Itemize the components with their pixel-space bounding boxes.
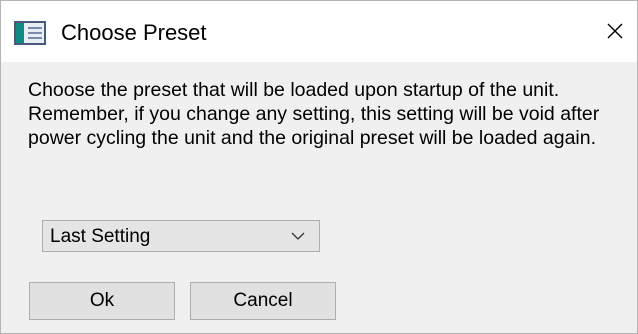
chevron-down-icon [291, 232, 305, 240]
window-title: Choose Preset [61, 20, 207, 45]
title-bar[interactable]: Choose Preset [1, 1, 637, 62]
choose-preset-dialog: Choose Preset Choose the preset that wil… [0, 0, 638, 334]
preset-dropdown[interactable]: Last Setting [42, 220, 320, 252]
instruction-text: Choose the preset that will be loaded up… [28, 79, 600, 149]
close-icon [607, 23, 623, 39]
cancel-button[interactable]: Cancel [190, 282, 336, 320]
preset-dropdown-value: Last Setting [50, 226, 151, 247]
dialog-body: Choose the preset that will be loaded up… [1, 62, 637, 333]
close-button[interactable] [591, 1, 637, 62]
app-window-icon [14, 21, 46, 45]
ok-button[interactable]: Ok [29, 282, 175, 320]
